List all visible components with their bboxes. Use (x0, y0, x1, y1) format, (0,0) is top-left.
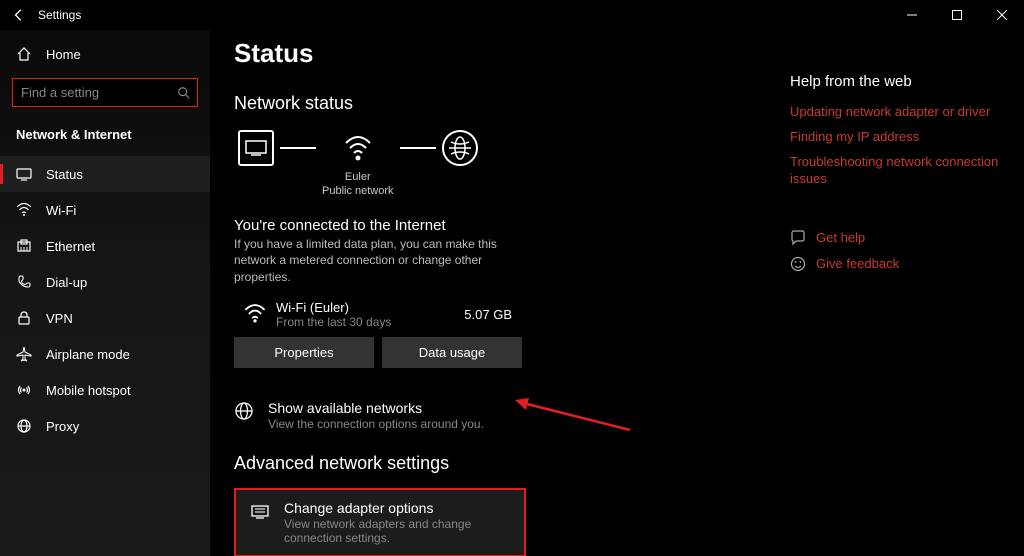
close-button[interactable] (979, 0, 1024, 30)
sidebar-item-label: Airplane mode (46, 347, 130, 362)
connected-heading: You're connected to the Internet (234, 217, 780, 234)
help-link-troubleshoot[interactable]: Troubleshooting network connection issue… (790, 154, 1000, 188)
usage-name: Wi-Fi (Euler) (276, 300, 391, 315)
sidebar-item-label: Ethernet (46, 239, 95, 254)
sidebar-item-wifi[interactable]: Wi-Fi (0, 192, 210, 228)
sidebar-item-ethernet[interactable]: Ethernet (0, 228, 210, 264)
adapter-title: Change adapter options (284, 500, 510, 516)
diagram-name: Euler (345, 171, 371, 183)
category-header: Network & Internet (0, 119, 210, 156)
pc-icon (238, 130, 274, 166)
help-icon (790, 230, 806, 246)
globe-icon (234, 401, 254, 421)
wifi-icon (16, 202, 32, 218)
diagram-type: Public network (322, 185, 394, 197)
status-icon (16, 166, 32, 182)
window-title: Settings (38, 8, 81, 22)
search-box[interactable] (12, 78, 198, 107)
usage-period: From the last 30 days (276, 315, 391, 329)
home-button[interactable]: Home (0, 38, 210, 70)
sidebar-item-label: VPN (46, 311, 73, 326)
usage-row: Wi-Fi (Euler) From the last 30 days 5.07… (244, 300, 534, 329)
get-help-row[interactable]: Get help (790, 230, 1000, 246)
network-diagram: Euler Public network (234, 130, 780, 199)
show-networks-desc: View the connection options around you. (268, 417, 484, 431)
show-networks-title: Show available networks (268, 400, 484, 416)
data-usage-button[interactable]: Data usage (382, 337, 522, 368)
help-heading: Help from the web (790, 73, 1000, 90)
titlebar: Settings (0, 0, 1024, 30)
sidebar-item-status[interactable]: Status (0, 156, 210, 192)
sidebar: Home Network & Internet Status Wi-Fi Eth… (0, 30, 210, 556)
wifi-icon (244, 303, 266, 325)
help-link-ip[interactable]: Finding my IP address (790, 129, 1000, 146)
adapter-icon (250, 501, 270, 521)
search-icon (177, 86, 191, 100)
hotspot-icon (16, 382, 32, 398)
airplane-icon (16, 346, 32, 362)
feedback-row[interactable]: Give feedback (790, 256, 1000, 272)
sidebar-item-hotspot[interactable]: Mobile hotspot (0, 372, 210, 408)
help-panel: Help from the web Updating network adapt… (780, 38, 1000, 532)
minimize-button[interactable] (889, 0, 934, 30)
page-title: Status (234, 38, 780, 69)
network-status-heading: Network status (234, 93, 780, 114)
maximize-button[interactable] (934, 0, 979, 30)
get-help-label: Get help (816, 230, 865, 245)
sidebar-item-airplane[interactable]: Airplane mode (0, 336, 210, 372)
show-networks-row[interactable]: Show available networks View the connect… (234, 390, 780, 441)
usage-amount: 5.07 GB (464, 307, 534, 322)
advanced-heading: Advanced network settings (234, 453, 780, 474)
properties-button[interactable]: Properties (234, 337, 374, 368)
help-link-adapter[interactable]: Updating network adapter or driver (790, 104, 1000, 121)
sidebar-item-label: Wi-Fi (46, 203, 76, 218)
sidebar-item-label: Proxy (46, 419, 79, 434)
proxy-icon (16, 418, 32, 434)
change-adapter-row[interactable]: Change adapter options View network adap… (234, 488, 526, 556)
sidebar-item-proxy[interactable]: Proxy (0, 408, 210, 444)
adapter-desc: View network adapters and change connect… (284, 517, 510, 545)
sidebar-item-label: Status (46, 167, 83, 182)
vpn-icon (16, 310, 32, 326)
home-label: Home (46, 47, 81, 62)
router-wifi-icon (340, 130, 376, 166)
sidebar-item-vpn[interactable]: VPN (0, 300, 210, 336)
dialup-icon (16, 274, 32, 290)
connected-desc: If you have a limited data plan, you can… (234, 236, 534, 286)
ethernet-icon (16, 238, 32, 254)
sidebar-item-label: Dial-up (46, 275, 87, 290)
feedback-label: Give feedback (816, 256, 899, 271)
globe-icon (442, 130, 478, 166)
sidebar-item-dialup[interactable]: Dial-up (0, 264, 210, 300)
sidebar-item-label: Mobile hotspot (46, 383, 131, 398)
home-icon (16, 46, 32, 62)
back-button[interactable] (12, 8, 26, 22)
search-input[interactable] (13, 79, 197, 106)
feedback-icon (790, 256, 806, 272)
